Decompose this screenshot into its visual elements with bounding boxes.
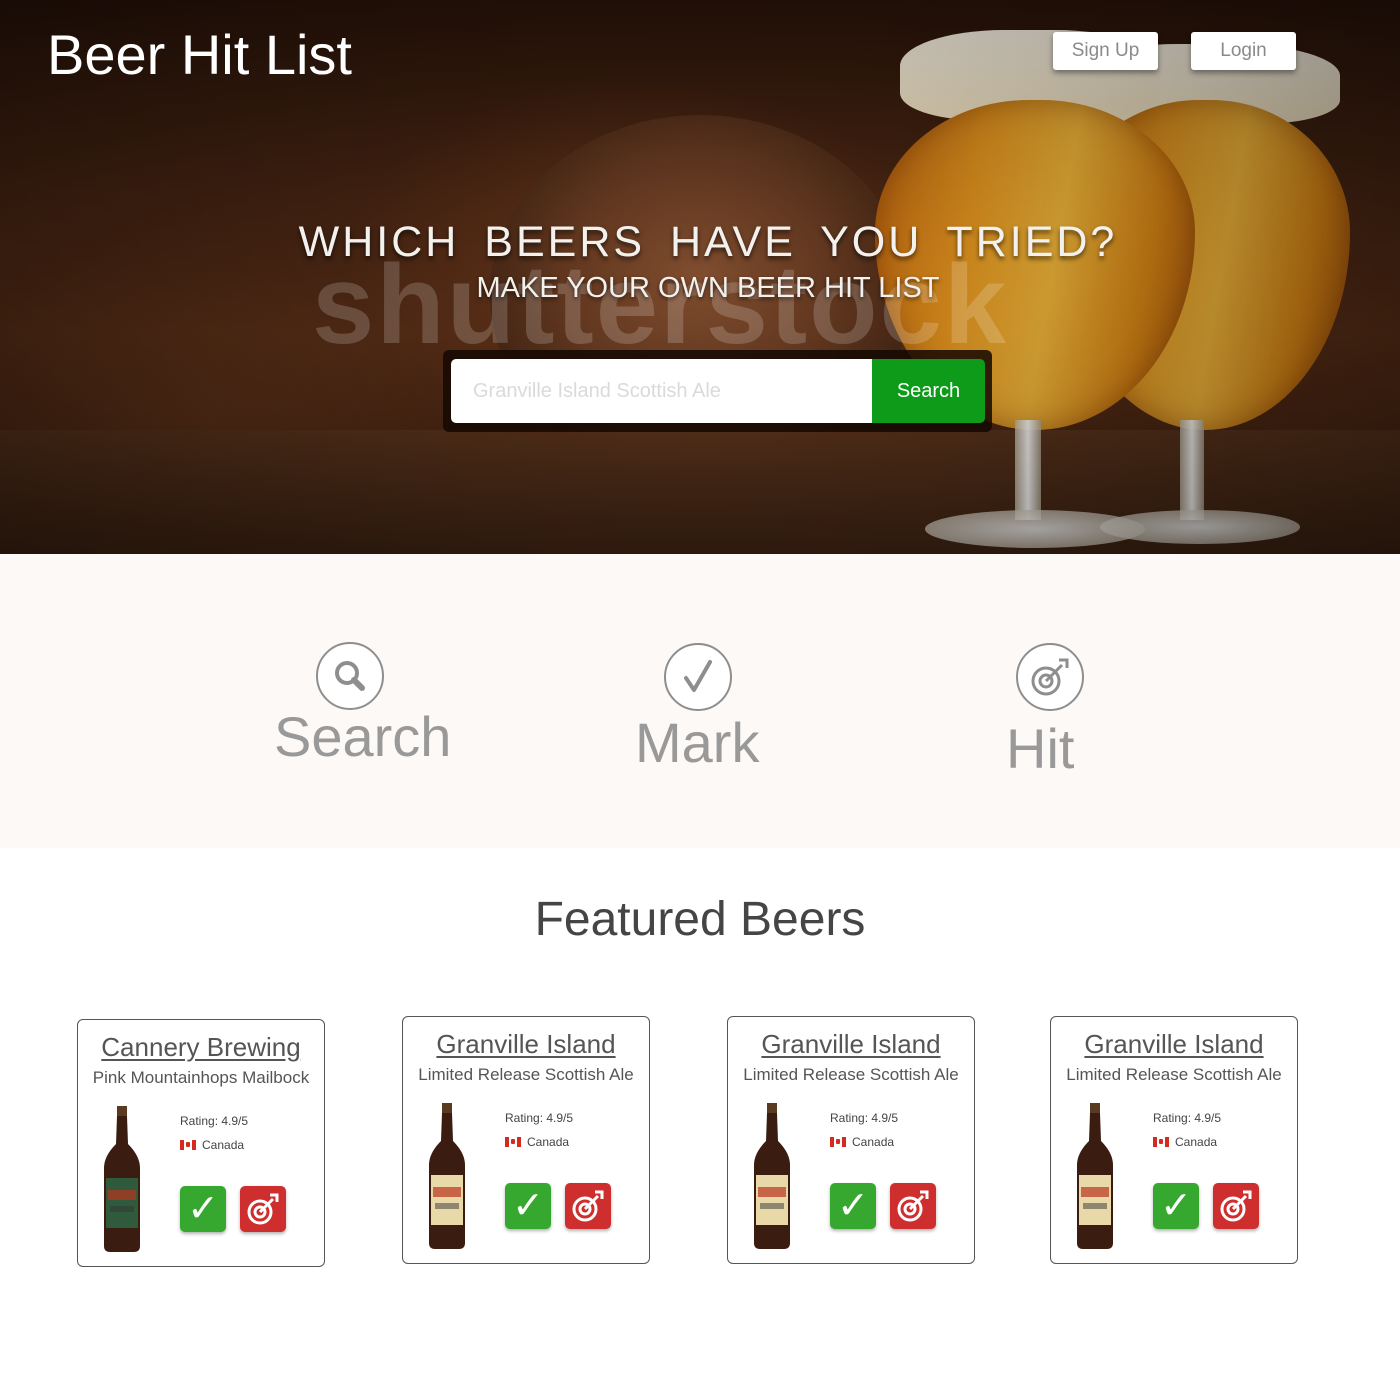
- search-input[interactable]: [451, 359, 881, 423]
- step-label-search: Search: [274, 705, 452, 768]
- mark-tried-button[interactable]: ✓: [830, 1183, 876, 1229]
- hero-banner: shutterstock Beer Hit List Sign Up Login…: [0, 0, 1400, 554]
- mark-tried-button[interactable]: ✓: [180, 1186, 226, 1232]
- brewery-link[interactable]: Cannery Brewing: [78, 1032, 324, 1063]
- target-dart-icon: [1220, 1190, 1252, 1222]
- beer-bottle-image: [104, 1106, 140, 1252]
- beer-name: Limited Release Scottish Ale: [418, 1065, 634, 1084]
- target-dart-icon: [1016, 643, 1084, 711]
- country-name: Canada: [527, 1135, 570, 1149]
- hero-subheadline: MAKE YOUR OWN BEER HIT LIST: [476, 272, 940, 304]
- beer-card: Granville Island Limited Release Scottis…: [727, 1016, 975, 1264]
- mark-tried-button[interactable]: ✓: [1153, 1183, 1199, 1229]
- beer-rating: Rating: 4.9/5: [180, 1114, 249, 1128]
- checkmark-icon: ✓: [1160, 1185, 1192, 1227]
- beer-card: Cannery Brewing Pink Mountainhops Mailbo…: [77, 1019, 325, 1267]
- target-dart-icon: [247, 1193, 279, 1225]
- beer-rating: Rating: 4.9/5: [505, 1111, 574, 1125]
- hero-headline: WHICH BEERS HAVE YOU TRIED?: [298, 218, 1118, 266]
- search-button[interactable]: Search: [872, 359, 985, 423]
- add-to-hitlist-button[interactable]: [240, 1186, 286, 1232]
- country-name: Canada: [202, 1138, 245, 1152]
- country-name: Canada: [1175, 1135, 1218, 1149]
- beer-card: Granville Island Limited Release Scottis…: [402, 1016, 650, 1264]
- beer-rating: Rating: 4.9/5: [830, 1111, 899, 1125]
- beer-name: Pink Mountainhops Mailbock: [92, 1068, 310, 1087]
- add-to-hitlist-button[interactable]: [890, 1183, 936, 1229]
- featured-beers-title: Featured Beers: [534, 893, 866, 946]
- target-dart-icon: [897, 1190, 929, 1222]
- beer-bottle-image: [754, 1103, 790, 1249]
- canada-flag-icon: [1153, 1137, 1169, 1147]
- brewery-link[interactable]: Granville Island: [1051, 1029, 1297, 1060]
- beer-country: Canada: [1153, 1135, 1217, 1149]
- search-icon: [316, 642, 384, 710]
- beer-rating: Rating: 4.9/5: [1153, 1111, 1222, 1125]
- brand-logo[interactable]: Beer Hit List: [47, 22, 352, 87]
- beer-card: Granville Island Limited Release Scottis…: [1050, 1016, 1298, 1264]
- add-to-hitlist-button[interactable]: [565, 1183, 611, 1229]
- beer-country: Canada: [505, 1135, 569, 1149]
- canada-flag-icon: [180, 1140, 196, 1150]
- checkmark-icon: ✓: [512, 1185, 544, 1227]
- checkmark-icon: [664, 643, 732, 711]
- beer-name: Limited Release Scottish Ale: [743, 1065, 959, 1084]
- beer-bottle-image: [1077, 1103, 1113, 1249]
- target-dart-icon: [572, 1190, 604, 1222]
- add-to-hitlist-button[interactable]: [1213, 1183, 1259, 1229]
- beer-bottle-image: [429, 1103, 465, 1249]
- checkmark-icon: ✓: [187, 1188, 219, 1230]
- canada-flag-icon: [505, 1137, 521, 1147]
- step-label-mark: Mark: [635, 711, 760, 774]
- step-label-hit: Hit: [1006, 717, 1075, 780]
- how-it-works-section: Search Mark Hit: [0, 554, 1400, 848]
- mark-tried-button[interactable]: ✓: [505, 1183, 551, 1229]
- beer-name: Limited Release Scottish Ale: [1066, 1065, 1282, 1084]
- signup-button[interactable]: Sign Up: [1053, 32, 1158, 70]
- canada-flag-icon: [830, 1137, 846, 1147]
- beer-country: Canada: [180, 1138, 244, 1152]
- beer-country: Canada: [830, 1135, 894, 1149]
- brewery-link[interactable]: Granville Island: [403, 1029, 649, 1060]
- login-button[interactable]: Login: [1191, 32, 1296, 70]
- checkmark-icon: ✓: [837, 1185, 869, 1227]
- brewery-link[interactable]: Granville Island: [728, 1029, 974, 1060]
- country-name: Canada: [852, 1135, 895, 1149]
